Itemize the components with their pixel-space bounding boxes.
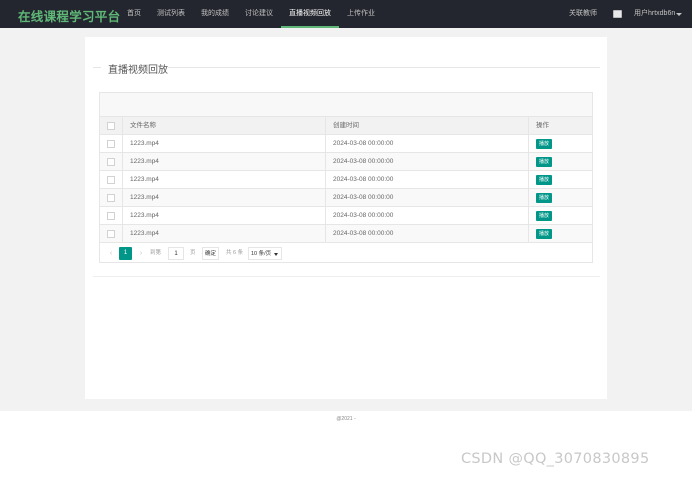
column-header-created-time[interactable]: 创建时间 [326,117,529,135]
confirm-button[interactable]: 确定 [202,247,219,260]
row-checkbox[interactable] [107,194,115,202]
row-checkbox[interactable] [107,158,115,166]
play-button[interactable]: 播放 [536,193,553,203]
created-time-cell: 2024-03-08 00:00:00 [326,171,529,189]
filename-cell: 1223.mp4 [123,153,326,171]
page-size-value: 10 条/页 [251,251,272,257]
play-button[interactable]: 播放 [536,211,553,221]
divider [93,276,600,277]
page-button-current[interactable]: 1 [119,247,132,260]
filename-cell: 1223.mp4 [123,225,326,243]
table-row[interactable]: 1223.mp4 2024-03-08 00:00:00 播放 [100,135,592,153]
row-checkbox[interactable] [107,230,115,238]
divider [93,67,101,68]
nav-home[interactable]: 首页 [119,0,149,28]
created-time-cell: 2024-03-08 00:00:00 [326,225,529,243]
avatar[interactable] [613,10,622,18]
brand-title[interactable]: 在线课程学习平台 [18,6,120,25]
table-header-row: 文件名称 创建时间 操作 [100,117,592,135]
watermark: CSDN @QQ_3070830895 [461,451,650,467]
play-button[interactable]: 播放 [536,139,553,149]
table-row[interactable]: 1223.mp4 2024-03-08 00:00:00 播放 [100,207,592,225]
main-nav: 首页 测试列表 我的成绩 讨论建议 直播视频回放 上传作业 [119,0,383,28]
nav-my-scores[interactable]: 我的成绩 [193,0,237,28]
play-button[interactable]: 播放 [536,175,553,185]
row-checkbox[interactable] [107,176,115,184]
created-time-cell: 2024-03-08 00:00:00 [326,153,529,171]
nav-live-replay[interactable]: 直播视频回放 [281,0,339,28]
play-button[interactable]: 播放 [536,229,553,239]
chevron-right-icon[interactable]: › [137,248,145,260]
filename-cell: 1223.mp4 [123,207,326,225]
chevron-down-icon [274,253,278,256]
table-row[interactable]: 1223.mp4 2024-03-08 00:00:00 播放 [100,225,592,243]
filename-cell: 1223.mp4 [123,171,326,189]
play-button[interactable]: 播放 [536,157,553,167]
created-time-cell: 2024-03-08 00:00:00 [326,135,529,153]
nav-discussion[interactable]: 讨论建议 [237,0,281,28]
column-header-filename[interactable]: 文件名称 [123,117,326,135]
nav-test-list[interactable]: 测试列表 [149,0,193,28]
column-header-action: 操作 [536,122,549,129]
top-navbar: 在线课程学习平台 首页 测试列表 我的成绩 讨论建议 直播视频回放 上传作业 关… [0,0,692,28]
divider [168,67,600,68]
filename-cell: 1223.mp4 [123,135,326,153]
table-row[interactable]: 1223.mp4 2024-03-08 00:00:00 播放 [100,153,592,171]
chevron-down-icon[interactable] [676,13,682,16]
page-unit-label: 页 [190,250,196,256]
total-count: 共 6 条 [226,250,244,256]
data-table: 文件名称 创建时间 操作 1223.mp4 2024-03-08 00:00:0… [99,92,593,263]
page-size-select[interactable]: 10 条/页 [248,247,282,260]
nav-related-teacher[interactable]: 关联教师 [569,0,597,28]
pagination: ‹ 1 › 到第 1 页 确定 共 6 条 10 条/页 [100,245,592,263]
created-time-cell: 2024-03-08 00:00:00 [326,189,529,207]
select-all-checkbox[interactable] [107,122,115,130]
row-checkbox[interactable] [107,140,115,148]
table-row[interactable]: 1223.mp4 2024-03-08 00:00:00 播放 [100,171,592,189]
nav-upload-homework[interactable]: 上传作业 [339,0,383,28]
row-checkbox[interactable] [107,212,115,220]
user-menu[interactable]: 用户hrtxdb6n [634,0,675,28]
table-toolbar [100,93,592,117]
goto-label: 到第 [150,250,162,256]
table-row[interactable]: 1223.mp4 2024-03-08 00:00:00 播放 [100,189,592,207]
footer-copyright: @2021 - [336,416,356,422]
page-title: 直播视频回放 [106,61,170,76]
filename-cell: 1223.mp4 [123,189,326,207]
page-number-input[interactable]: 1 [168,247,184,260]
chevron-left-icon[interactable]: ‹ [106,248,116,260]
created-time-cell: 2024-03-08 00:00:00 [326,207,529,225]
